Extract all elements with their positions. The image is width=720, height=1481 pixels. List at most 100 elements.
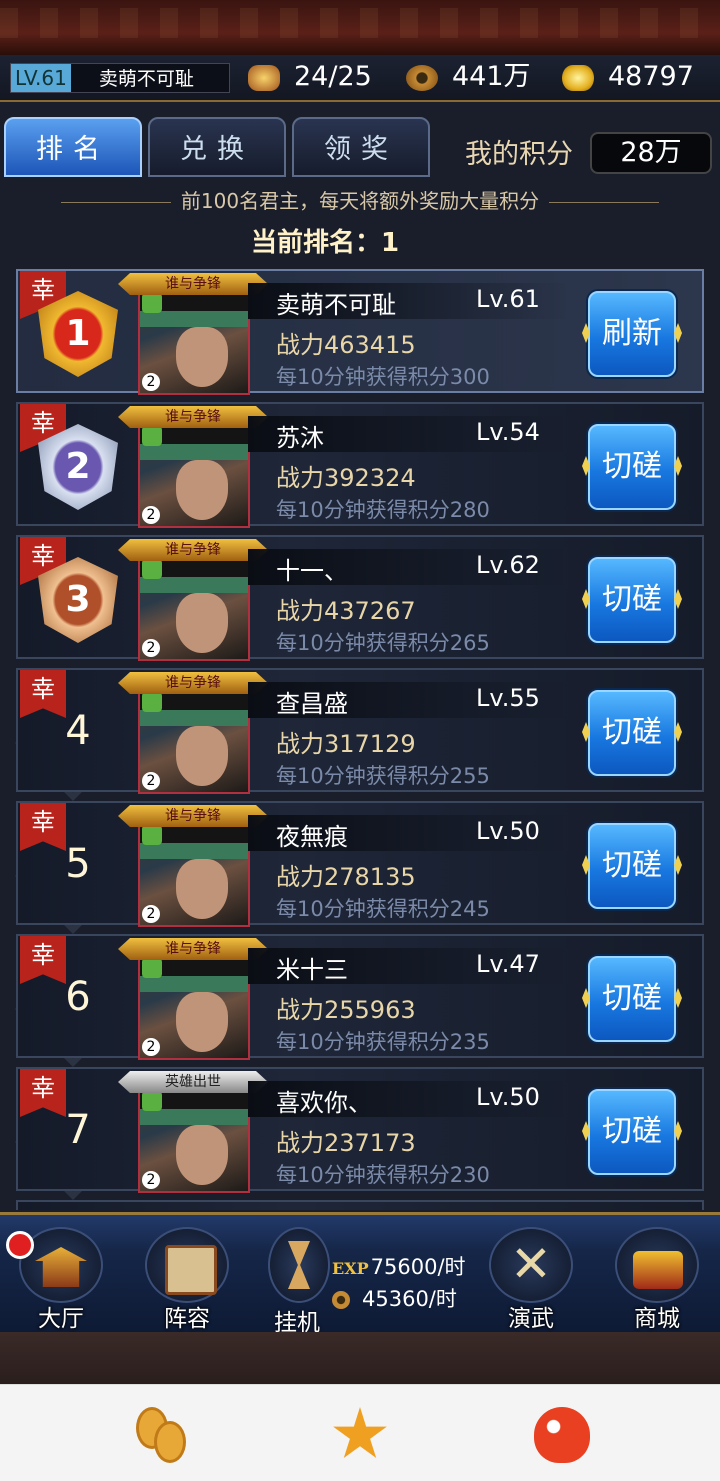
rank-number: 4 (48, 708, 108, 754)
crossed-swords-icon (489, 1227, 573, 1303)
copper-value: 441万 (452, 61, 531, 92)
star-icon[interactable] (333, 1407, 387, 1458)
rank-row-partial (16, 1200, 704, 1210)
copper-display[interactable]: 441万 (406, 61, 531, 93)
points-rate: 每10分钟获得积分255 (276, 764, 490, 788)
player-portrait[interactable]: 2 (138, 688, 250, 794)
challenge-button[interactable]: 切磋 (588, 557, 676, 643)
points-rate: 每10分钟获得积分280 (276, 498, 490, 522)
stamina-value: 24/25 (294, 61, 372, 92)
player-portrait[interactable]: 2 (138, 954, 250, 1060)
stamina-display[interactable]: 24/25 (248, 61, 372, 93)
resource-bar: LV.61 卖萌不可耻 24/25 441万 48797 (0, 55, 720, 102)
player-name: 喜欢你、 (276, 1089, 372, 1117)
player-name: 查昌盛 (276, 690, 348, 718)
portrait-face (176, 1125, 228, 1185)
guild-badge-icon (142, 1091, 162, 1111)
gold-value: 48797 (608, 61, 694, 92)
nav-shop[interactable]: 商城 (602, 1227, 712, 1332)
challenge-button[interactable]: 切磋 (588, 823, 676, 909)
rank-row: 幸 1 2 谁与争锋 卖萌不可耻 Lv.61 战力463415 每10分钟获得积分300 刷新 (16, 269, 704, 395)
tab-ranking[interactable]: 排名 (4, 117, 142, 177)
player-portrait[interactable]: 2 (138, 422, 250, 528)
challenge-button[interactable]: 切磋 (588, 690, 676, 776)
player-name: 米十三 (276, 956, 348, 984)
guild-badge-icon (142, 559, 162, 579)
gold-ingot-icon (562, 64, 594, 91)
portrait-headband (140, 1109, 248, 1125)
title-tag: 谁与争锋 (118, 539, 268, 561)
combat-power: 战力317129 (276, 730, 416, 758)
points-rate: 每10分钟获得积分300 (276, 365, 490, 389)
player-name: 卖萌不可耻 (276, 291, 396, 319)
player-level: Lv.50 (476, 817, 540, 845)
combat-power: 战力437267 (276, 597, 416, 625)
nav-martial-label: 演武 (508, 1306, 554, 1332)
idle-coin-rate: 45360/时 (332, 1283, 457, 1313)
notice-line: 前100名君主，每天将额外奖励大量积分 (0, 185, 720, 214)
player-level: Lv.61 (476, 285, 540, 313)
player-level: LV.61 (11, 64, 71, 92)
gold-display[interactable]: 48797 (562, 61, 694, 93)
rank-row: 幸 4 2 谁与争锋 查昌盛 Lv.55 战力317129 每10分钟获得积分255 切磋 (16, 668, 704, 794)
player-info[interactable]: LV.61 卖萌不可耻 (10, 63, 230, 93)
portrait-face (176, 460, 228, 520)
player-level: Lv.54 (476, 418, 540, 446)
divider-right (549, 202, 660, 203)
title-tag: 谁与争锋 (118, 805, 268, 827)
coins-icon[interactable] (136, 1407, 192, 1463)
tab-rewards[interactable]: 领奖 (292, 117, 430, 177)
challenge-button[interactable]: 切磋 (588, 1089, 676, 1175)
player-name: 十一、 (276, 557, 348, 585)
rank-badge-icon: 2 (142, 772, 160, 790)
bottom-strip (0, 1332, 720, 1384)
points-rate: 每10分钟获得积分235 (276, 1030, 490, 1054)
challenge-button[interactable]: 切磋 (588, 956, 676, 1042)
top-decoration (0, 0, 720, 57)
nav-shop-label: 商城 (634, 1306, 680, 1332)
portrait-headband (140, 976, 248, 992)
portrait-face (176, 593, 228, 653)
idle-exp-value: 75600/时 (370, 1255, 466, 1279)
player-portrait[interactable]: 2 (138, 555, 250, 661)
divider-left (60, 202, 171, 203)
current-rank: 当前排名：1 (250, 228, 400, 258)
rank-badge-icon: 2 (142, 905, 160, 923)
title-tag: 谁与争锋 (118, 273, 268, 295)
rank-row: 幸 5 2 谁与争锋 夜無痕 Lv.50 战力278135 每10分钟获得积分245 切磋 (16, 801, 704, 927)
rank-number: 6 (48, 974, 108, 1020)
player-name: 苏沐 (276, 424, 324, 452)
exp-tag: EXP (332, 1259, 369, 1278)
rank-badge-icon: 2 (142, 1038, 160, 1056)
treasure-chest-icon (615, 1227, 699, 1303)
hourglass-icon (268, 1227, 330, 1303)
my-score-label: 我的积分 (465, 139, 573, 170)
tab-exchange[interactable]: 兑换 (148, 117, 286, 177)
coin-icon (332, 1291, 350, 1309)
guild-badge-icon (142, 692, 162, 712)
rank-badge-icon: 2 (142, 373, 160, 391)
player-portrait[interactable]: 2 (138, 289, 250, 395)
combat-power: 战力255963 (276, 996, 416, 1024)
bottom-navigation: 大厅 阵容 挂机 EXP75600/时 45360/时 演武 商城 (0, 1212, 720, 1336)
challenge-button[interactable]: 切磋 (588, 424, 676, 510)
player-level: Lv.47 (476, 950, 540, 978)
ranking-list[interactable]: 幸 1 2 谁与争锋 卖萌不可耻 Lv.61 战力463415 每10分钟获得积分300 刷新幸… (0, 265, 720, 1210)
nav-lineup[interactable]: 阵容 (132, 1227, 242, 1332)
rank-row: 幸 2 2 谁与争锋 苏沐 Lv.54 战力392324 每10分钟获得积分280 切磋 (16, 402, 704, 528)
player-name: 卖萌不可耻 (98, 68, 194, 90)
title-tag: 谁与争锋 (118, 406, 268, 428)
player-portrait[interactable]: 2 (138, 821, 250, 927)
player-name: 夜無痕 (276, 823, 348, 851)
portrait-face (176, 327, 228, 387)
player-level: Lv.62 (476, 551, 540, 579)
nav-idle[interactable]: 挂机 EXP75600/时 45360/时 (262, 1223, 466, 1336)
title-tag: 谁与争锋 (118, 938, 268, 960)
refresh-button[interactable]: 刷新 (588, 291, 676, 377)
points-rate: 每10分钟获得积分245 (276, 897, 490, 921)
nav-lineup-label: 阵容 (164, 1306, 210, 1332)
bird-icon[interactable] (534, 1407, 590, 1463)
rank-number: 5 (48, 841, 108, 887)
player-portrait[interactable]: 2 (138, 1087, 250, 1193)
nav-martial[interactable]: 演武 (476, 1227, 586, 1332)
